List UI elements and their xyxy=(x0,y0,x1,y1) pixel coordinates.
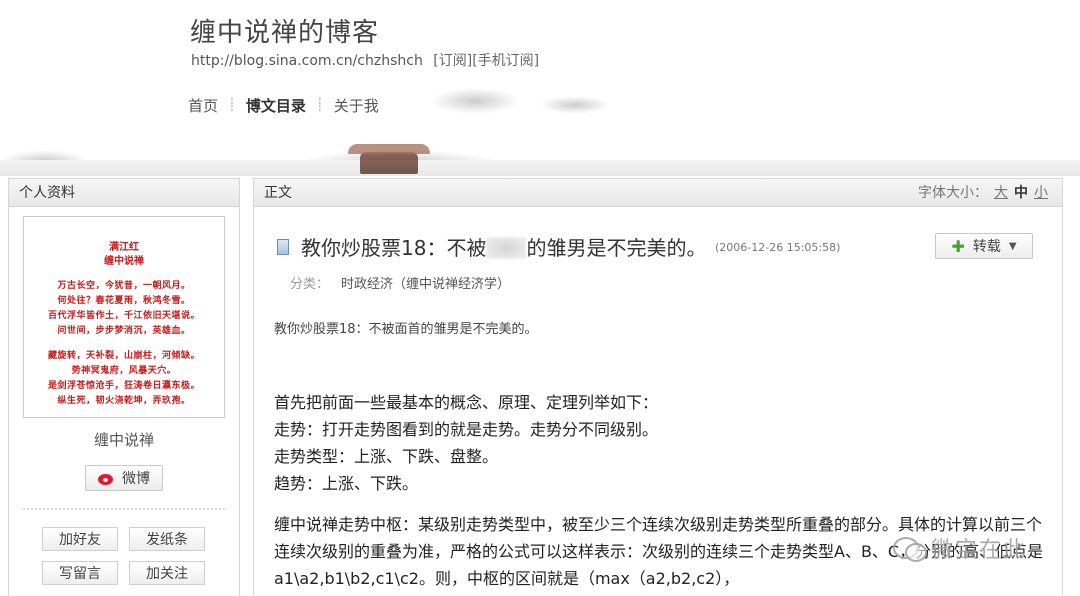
main-nav: 首页 ┊ 博文目录 ┊ 关于我 xyxy=(188,95,379,116)
divider xyxy=(23,508,225,510)
body-line: 首先把前面一些最基本的概念、原理、定理列举如下： xyxy=(274,393,659,412)
caret-down-icon: ▼ xyxy=(1008,240,1017,252)
post-title-suffix: 的雏男是不完美的。 xyxy=(526,236,707,260)
post-date: (2006-12-26 15:05:58) xyxy=(715,241,841,254)
weibo-label: 微博 xyxy=(122,471,150,487)
poem-line: 万古长空，今犹昔，一朝风月。 xyxy=(57,281,191,291)
font-size-medium[interactable]: 中 xyxy=(1014,185,1028,201)
temple-roof-decoration xyxy=(348,144,430,174)
poem-line: 何处往？春花夏雨，秋鸿冬雪。 xyxy=(57,296,191,306)
poem-line: 百代浮华皆作土，千江依旧天堪说。 xyxy=(47,311,200,321)
post-title: 教你炒股票18：不被 的雏男是不完美的。 xyxy=(301,232,706,261)
send-note-button[interactable]: 发纸条 xyxy=(129,527,205,551)
category-label: 分类： xyxy=(290,277,330,292)
document-icon xyxy=(277,239,289,255)
weibo-button[interactable]: 微博 xyxy=(85,465,163,491)
subscribe-link[interactable]: [订阅] xyxy=(433,53,472,69)
blog-title[interactable]: 缠中说禅的博客 xyxy=(190,12,379,49)
censored-blur xyxy=(486,237,527,259)
nav-about[interactable]: 关于我 xyxy=(334,95,379,116)
mobile-subscribe-link[interactable]: [手机订阅] xyxy=(472,53,539,69)
follow-button[interactable]: 加关注 xyxy=(129,561,205,585)
poem-author: 缠中说禅 xyxy=(104,256,144,267)
weibo-logo-icon xyxy=(98,471,116,485)
post-category: 分类： 时政经济（缠中说禅经济学） xyxy=(290,273,510,292)
nav-separator: ┊ xyxy=(228,98,236,113)
ink-decoration xyxy=(540,96,610,114)
user-name[interactable]: 缠中说禅 xyxy=(9,429,239,450)
body-line: 走势：打开走势图看到的就是走势。走势分不同级别。 xyxy=(274,420,659,439)
poem-line: 势神冥鬼府，风暴天穴。 xyxy=(71,366,177,376)
wechat-icon xyxy=(893,535,927,562)
ink-decoration xyxy=(430,88,520,114)
header-divider-strip xyxy=(0,160,1080,176)
font-size-label: 字体大小： xyxy=(918,185,988,201)
category-link[interactable]: 时政经济（缠中说禅经济学） xyxy=(341,277,510,292)
article-panel-header: 正文 字体大小： 大中小 xyxy=(254,179,1062,207)
poem-line: 藏旋转，天补裂，山崩柱，河倾缺。 xyxy=(47,351,200,361)
post-title-prefix: 教你炒股票18：不被 xyxy=(301,236,487,260)
watermark-text: 微宝在此 xyxy=(931,538,1028,563)
profile-panel: 个人资料 满江红 缠中说禅 万古长空，今犹昔，一朝风月。 何处往？春花夏雨，秋鸿… xyxy=(8,178,240,596)
repost-label: 转载 xyxy=(972,239,1001,255)
poem-title: 满江红 xyxy=(109,242,139,253)
font-size-small[interactable]: 小 xyxy=(1034,185,1048,201)
repost-button[interactable]: ✚ 转载 ▼ xyxy=(935,233,1033,259)
blog-url[interactable]: http://blog.sina.com.cn/chzhshch xyxy=(191,53,423,69)
nav-separator: ┊ xyxy=(315,98,324,113)
article-panel-title: 正文 xyxy=(264,185,292,201)
body-line: 走势类型：上涨、下跌、盘整。 xyxy=(274,447,499,466)
poem-line: 是剑浮苍惊沧手，狂涛卷日瀛东极。 xyxy=(47,381,200,391)
poem-line: 纵生死，韧火浇乾坤，弄玖孢。 xyxy=(57,396,191,406)
poem-line: 问世间，步步梦消沉，英雄血。 xyxy=(57,326,191,336)
avatar[interactable]: 满江红 缠中说禅 万古长空，今犹昔，一朝风月。 何处往？春花夏雨，秋鸿冬雪。 百… xyxy=(23,216,225,418)
post-intro: 教你炒股票18：不被面首的雏男是不完美的。 xyxy=(274,322,538,337)
body-line: 趋势：上涨、下跌。 xyxy=(274,474,419,493)
plus-icon: ✚ xyxy=(951,236,965,256)
font-size-large[interactable]: 大 xyxy=(994,185,1008,201)
watermark: 微宝在此 xyxy=(893,532,1027,564)
write-message-button[interactable]: 写留言 xyxy=(42,561,118,585)
blog-url-line: http://blog.sina.com.cn/chzhshch [订阅][手机… xyxy=(191,50,539,70)
profile-panel-title: 个人资料 xyxy=(9,179,239,207)
font-size-control: 字体大小： 大中小 xyxy=(918,179,1048,207)
add-friend-button[interactable]: 加好友 xyxy=(42,527,118,551)
nav-article-list[interactable]: 博文目录 xyxy=(246,95,306,116)
nav-home[interactable]: 首页 xyxy=(188,95,218,116)
